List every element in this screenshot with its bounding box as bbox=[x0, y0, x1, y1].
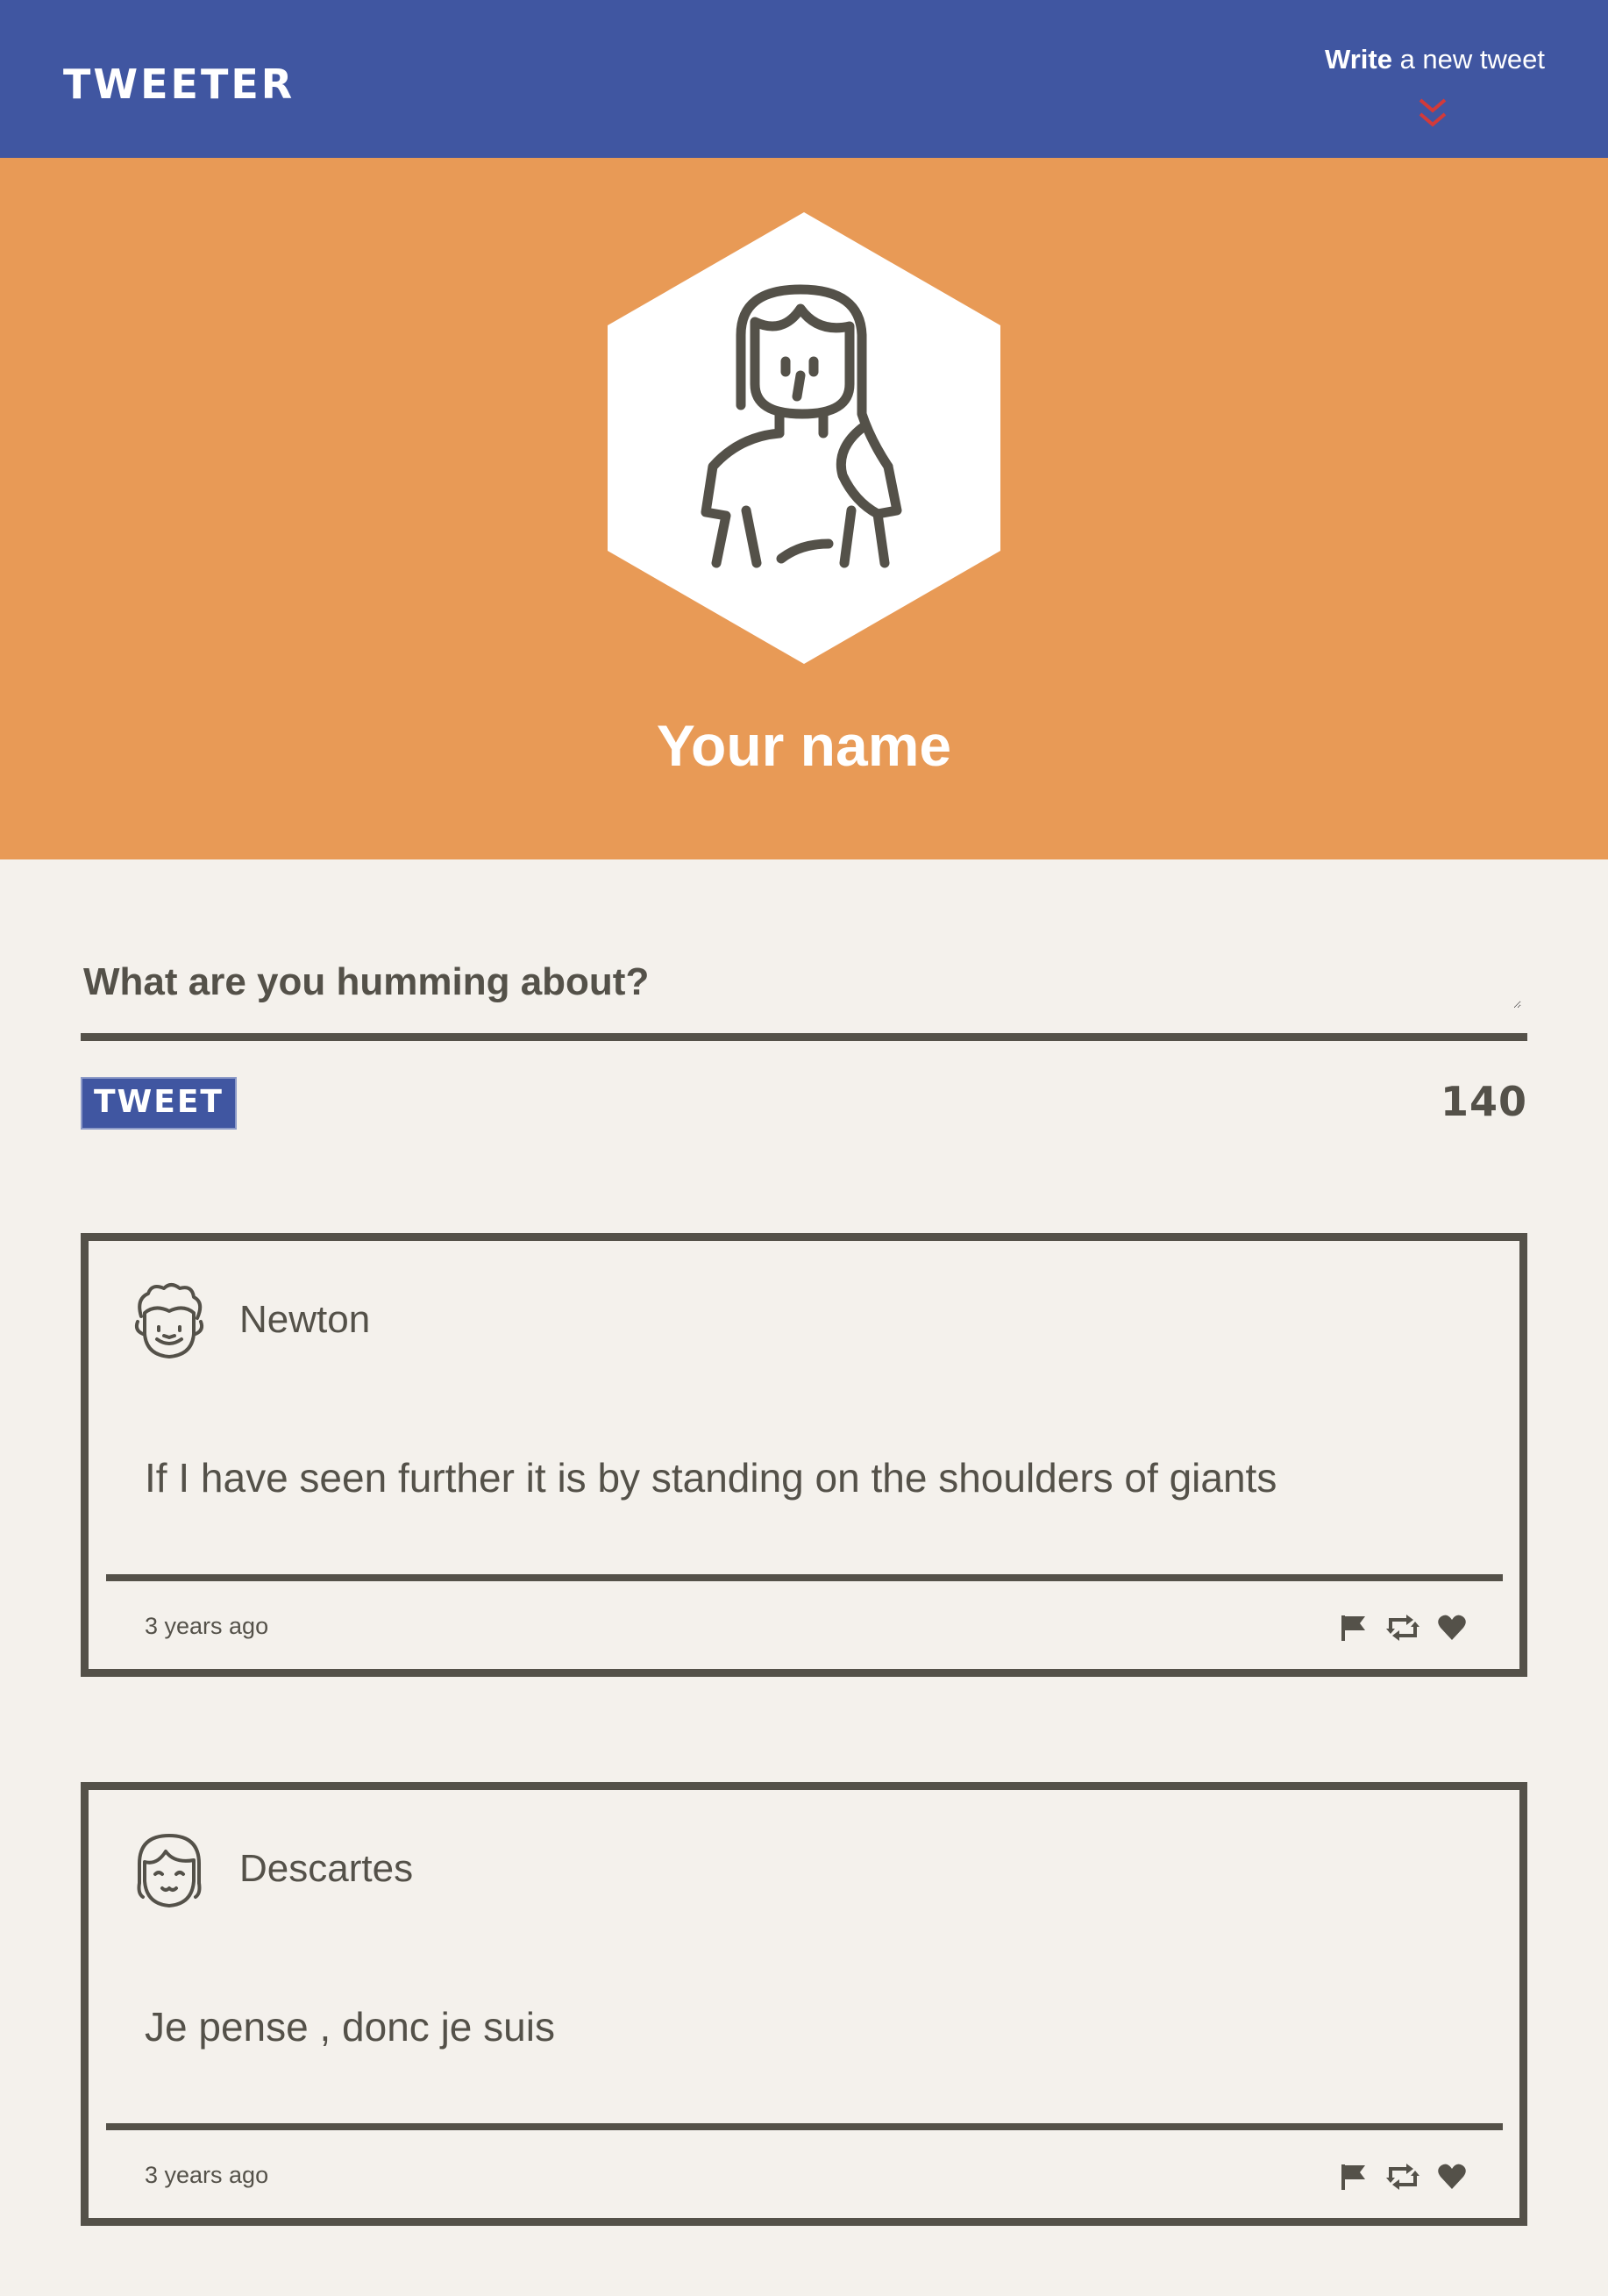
curly-hair-man-avatar-icon bbox=[134, 1283, 204, 1358]
woman-avatar-icon bbox=[608, 212, 1000, 664]
tweet-card: Newton If I have seen further it is by s… bbox=[81, 1233, 1527, 1677]
composer-underline bbox=[81, 1033, 1527, 1041]
tweet-button[interactable]: TWEET bbox=[81, 1077, 237, 1130]
heart-icon[interactable] bbox=[1437, 2162, 1467, 2195]
tweet-card: Descartes Je pense , donc je suis 3 year… bbox=[81, 1782, 1527, 2226]
top-nav: TWEETER Write a new tweet bbox=[0, 0, 1608, 158]
bangs-hair-avatar-icon bbox=[137, 1834, 202, 1907]
tweet-author[interactable]: Newton bbox=[239, 1295, 370, 1344]
retweet-icon[interactable] bbox=[1385, 2162, 1420, 2195]
flag-icon[interactable] bbox=[1339, 2162, 1369, 2195]
tweet-content: Je pense , donc je suis bbox=[145, 2004, 555, 2050]
tweet-actions bbox=[1327, 2162, 1467, 2193]
tweet-author[interactable]: Descartes bbox=[239, 1844, 413, 1893]
tweet-timestamp: 3 years ago bbox=[145, 2162, 269, 2188]
double-chevron-down-icon[interactable] bbox=[1415, 96, 1450, 132]
tweet-actions bbox=[1327, 1613, 1467, 1644]
tweet-timestamp: 3 years ago bbox=[145, 1613, 269, 1639]
tweet-content: If I have seen further it is by standing… bbox=[145, 1455, 1277, 1501]
flag-icon[interactable] bbox=[1339, 1613, 1369, 1646]
write-new-tweet-button[interactable]: Write a new tweet bbox=[1282, 39, 1545, 81]
retweet-icon[interactable] bbox=[1385, 1613, 1420, 1646]
character-counter: 140 bbox=[1440, 1078, 1527, 1125]
write-bold-label: Write bbox=[1325, 44, 1392, 75]
tweet-divider bbox=[106, 1574, 1503, 1581]
app-logo[interactable]: TWEETER bbox=[63, 53, 295, 116]
profile-header: Your name bbox=[0, 158, 1608, 859]
heart-icon[interactable] bbox=[1437, 1613, 1467, 1646]
tweet-divider bbox=[106, 2123, 1503, 2130]
write-rest-label: a new tweet bbox=[1391, 44, 1545, 75]
tweet-input[interactable] bbox=[83, 956, 1521, 1009]
profile-name: Your name bbox=[656, 713, 952, 778]
